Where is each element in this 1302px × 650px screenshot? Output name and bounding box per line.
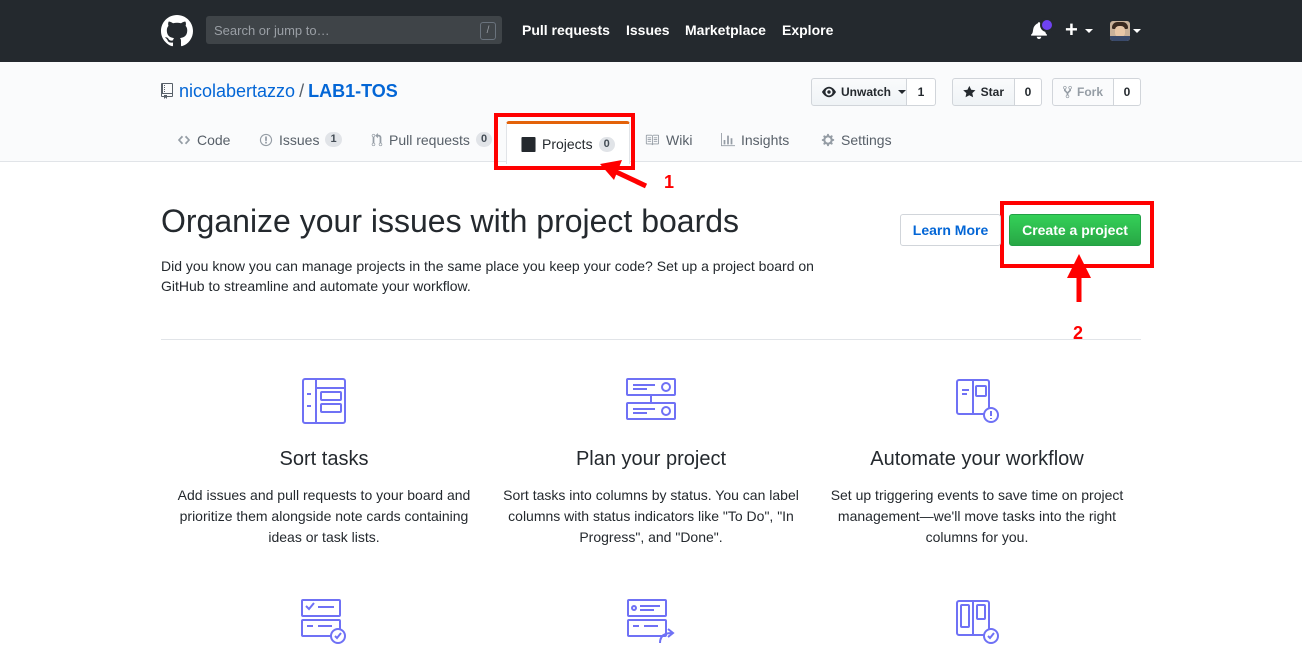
repo-separator: / — [299, 81, 305, 101]
sort-tasks-icon — [302, 378, 346, 424]
star-label: Star — [980, 85, 1004, 99]
automate-workflow-icon — [956, 379, 999, 423]
fork-icon — [1063, 85, 1072, 99]
tab-code[interactable]: Code — [177, 118, 230, 161]
repository-title: nicolabertazzo / LAB1-TOS — [179, 81, 398, 102]
create-project-button[interactable]: Create a project — [1009, 214, 1141, 246]
board-done-icon — [956, 600, 999, 644]
card-share-icon — [627, 599, 675, 644]
tab-settings-label: Settings — [841, 131, 892, 148]
top-navigation-bar: / Pull requests Issues Marketplace Explo… — [0, 0, 1302, 62]
unwatch-label: Unwatch — [840, 85, 891, 99]
pull-request-icon — [371, 132, 383, 146]
fork-label: Fork — [1076, 85, 1103, 99]
watchers-count[interactable]: 1 — [907, 78, 936, 106]
nav-issues[interactable]: Issues — [626, 22, 670, 38]
star-icon — [963, 85, 976, 98]
fork-button-group: Fork 0 — [1052, 78, 1141, 106]
annotation-arrow-2-icon — [1067, 254, 1091, 302]
tab-insights-label: Insights — [741, 131, 790, 148]
chevron-down-icon — [1085, 29, 1093, 33]
page-description: Did you know you can manage projects in … — [161, 258, 814, 294]
book-icon — [645, 134, 659, 145]
unwatch-button[interactable]: Unwatch — [811, 78, 907, 106]
learn-more-button[interactable]: Learn More — [900, 214, 1001, 246]
annotation-arrow-1-icon — [600, 160, 648, 189]
feature-description: Set up triggering events to save time on… — [830, 487, 1124, 545]
notification-indicator — [1040, 18, 1054, 32]
annotation-number-1: 1 — [664, 172, 675, 192]
github-logo-icon[interactable] — [161, 15, 193, 47]
tab-settings[interactable]: Settings — [821, 118, 892, 161]
tab-wiki-label: Wiki — [666, 131, 693, 148]
chevron-down-icon — [898, 90, 906, 94]
feature-description: Sort tasks into columns by status. You c… — [503, 487, 799, 545]
search-input[interactable] — [214, 16, 464, 44]
tab-pull-requests[interactable]: Pull requests 0 — [371, 118, 493, 161]
nav-pull-requests[interactable]: Pull requests — [522, 22, 610, 38]
search-shortcut-key: / — [480, 22, 496, 40]
feature-sort-tasks: Sort tasks Add issues and pull requests … — [169, 376, 479, 548]
feature-title: Sort tasks — [279, 448, 369, 470]
tab-insights[interactable]: Insights — [721, 118, 789, 161]
issue-opened-icon — [259, 133, 273, 146]
forks-count[interactable]: 0 — [1114, 78, 1141, 106]
nav-marketplace[interactable]: Marketplace — [685, 22, 766, 38]
issues-count-badge: 1 — [325, 132, 342, 147]
user-avatar[interactable] — [1110, 21, 1130, 41]
repo-name-link[interactable]: LAB1-TOS — [308, 81, 398, 101]
section-divider — [161, 339, 1141, 340]
task-list-icon — [301, 599, 346, 644]
chevron-down-icon — [1133, 29, 1141, 33]
tab-issues[interactable]: Issues 1 — [259, 118, 342, 161]
graph-icon — [721, 132, 735, 146]
tab-wiki[interactable]: Wiki — [644, 118, 692, 161]
gear-icon — [821, 133, 835, 146]
feature-description: Add issues and pull requests to your boa… — [177, 487, 471, 545]
fork-button[interactable]: Fork — [1052, 78, 1114, 106]
nav-explore[interactable]: Explore — [782, 22, 833, 38]
search-box: / — [206, 16, 502, 44]
feature-plan-project: Plan your project Sort tasks into column… — [496, 376, 806, 548]
code-icon — [177, 135, 191, 144]
stargazers-count[interactable]: 0 — [1015, 78, 1042, 106]
repo-icon — [161, 83, 173, 99]
feature-title: Plan your project — [575, 448, 727, 470]
tab-issues-label: Issues — [279, 131, 320, 148]
feature-title: Automate your workflow — [870, 448, 1084, 470]
plan-project-icon — [626, 378, 676, 420]
star-button[interactable]: Star — [952, 78, 1015, 106]
annotation-number-2: 2 — [1073, 323, 1084, 343]
eye-icon — [822, 86, 836, 98]
feature-automate-workflow: Automate your workflow Set up triggering… — [822, 376, 1132, 548]
pull-requests-count-badge: 0 — [475, 132, 493, 147]
tab-code-label: Code — [197, 131, 231, 148]
repo-owner-link[interactable]: nicolabertazzo — [179, 81, 295, 101]
star-button-group: Star 0 — [952, 78, 1042, 106]
page-title: Organize your issues with project boards — [161, 203, 740, 239]
create-new-button[interactable]: + — [1065, 18, 1078, 42]
tab-pull-requests-label: Pull requests — [389, 131, 470, 148]
watch-button-group: Unwatch 1 — [811, 78, 936, 106]
